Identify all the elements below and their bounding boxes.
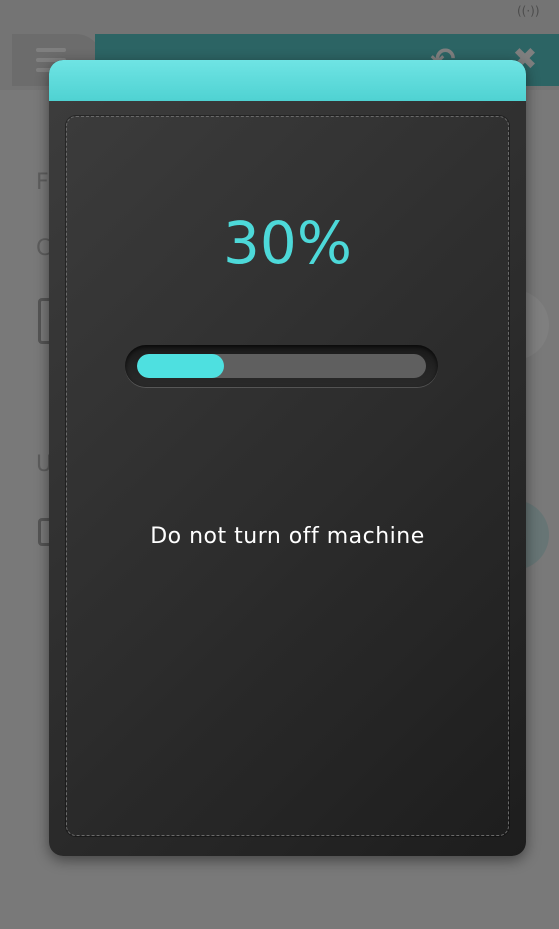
progress-dialog: 30% Do not turn off machine xyxy=(49,60,526,856)
progress-bar-fill xyxy=(137,354,224,378)
progress-bar xyxy=(125,345,438,387)
progress-percent: 30% xyxy=(223,209,352,277)
dialog-header xyxy=(49,60,526,101)
progress-bar-track xyxy=(137,354,426,378)
warning-message: Do not turn off machine xyxy=(150,524,425,549)
